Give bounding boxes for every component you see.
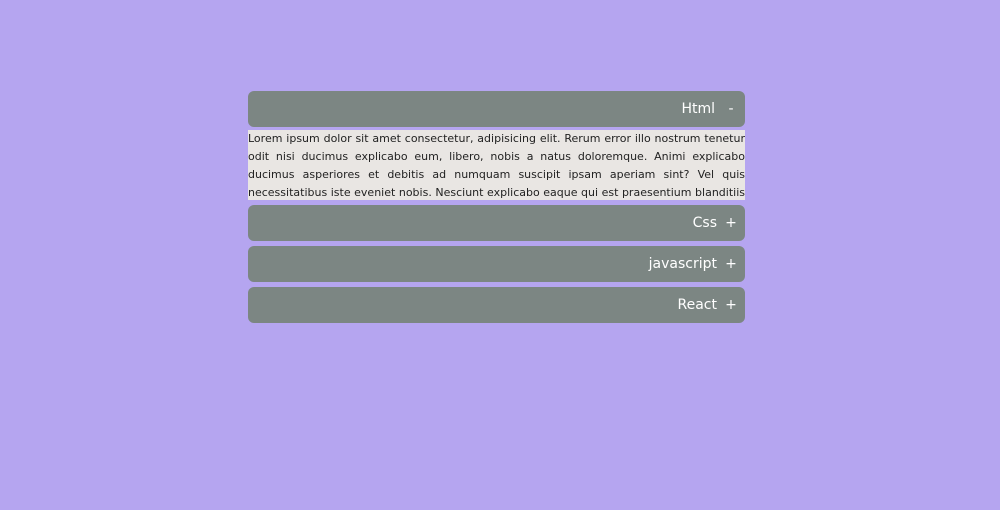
accordion-item-html: Html - Lorem ipsum dolor sit amet consec… [248, 91, 745, 200]
accordion-header-html[interactable]: Html - [248, 91, 745, 127]
collapse-icon: - [728, 101, 734, 117]
expand-icon: + [725, 297, 737, 313]
accordion-item-javascript: javascript + [248, 246, 745, 282]
accordion-title: React [677, 297, 717, 313]
accordion-header-react[interactable]: React + [248, 287, 745, 323]
accordion-title: Css [692, 215, 717, 231]
accordion-panel-html: Lorem ipsum dolor sit amet consectetur, … [248, 130, 745, 200]
expand-icon: + [725, 256, 737, 272]
accordion: Html - Lorem ipsum dolor sit amet consec… [248, 91, 745, 328]
accordion-title: javascript [648, 256, 717, 272]
accordion-title: Html [681, 101, 715, 117]
accordion-item-react: React + [248, 287, 745, 323]
accordion-header-javascript[interactable]: javascript + [248, 246, 745, 282]
accordion-header-css[interactable]: Css + [248, 205, 745, 241]
expand-icon: + [725, 215, 737, 231]
accordion-item-css: Css + [248, 205, 745, 241]
